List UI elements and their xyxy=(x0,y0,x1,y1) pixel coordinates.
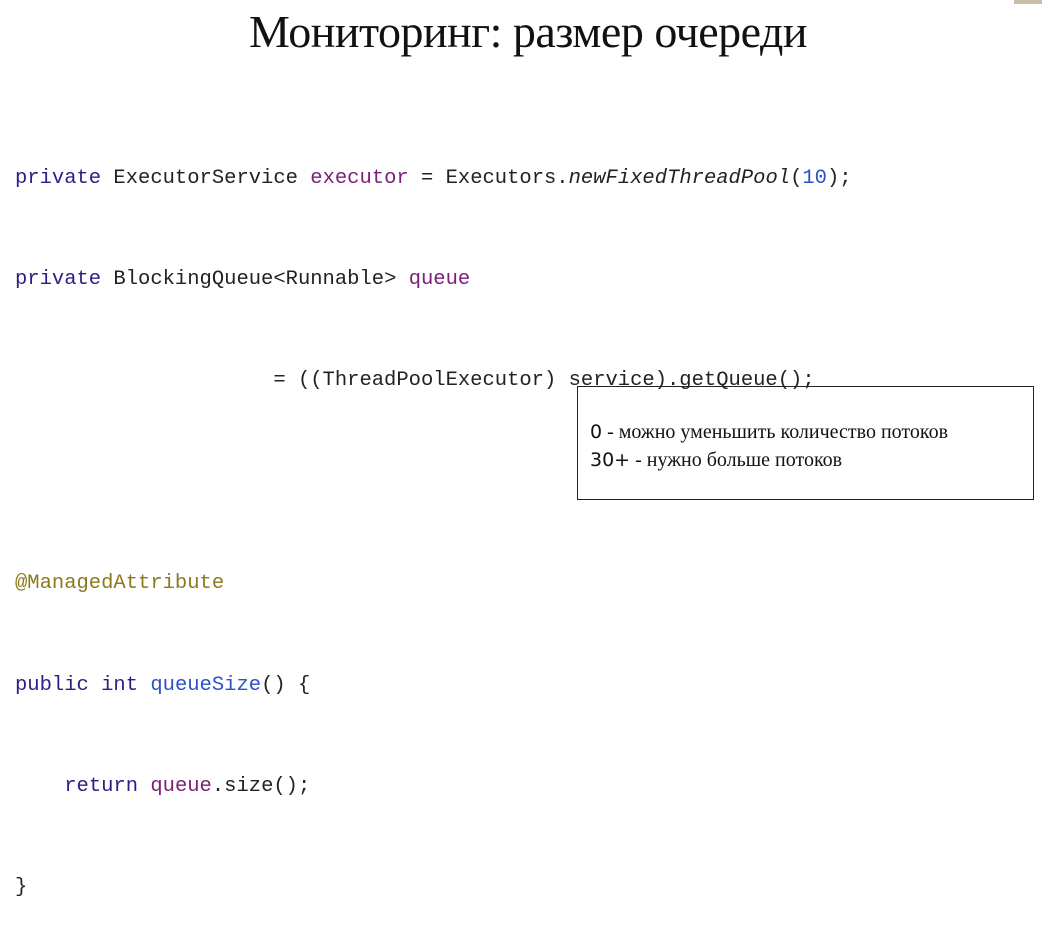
method-queue-size: queueSize xyxy=(150,673,262,697)
note-line-1: 0 - можно уменьшить количество потоков xyxy=(590,418,1033,446)
note-text-1: - можно уменьшить количество потоков xyxy=(602,421,949,443)
field-queue-ref: queue xyxy=(150,774,212,798)
method-signature-rest: () { xyxy=(261,673,311,697)
annotation: @ManagedAttribute xyxy=(15,572,225,596)
field-executor: executor xyxy=(310,166,409,190)
keyword-return: return xyxy=(64,774,139,798)
type-name: ExecutorService xyxy=(101,166,311,190)
assignment: = Executors. xyxy=(408,166,569,190)
code-block: private ExecutorService executor = Execu… xyxy=(15,94,852,939)
keyword-public: public xyxy=(15,673,89,697)
code-line-5: @ManagedAttribute xyxy=(15,567,852,601)
code-line-2: private BlockingQueue<Runnable> queue xyxy=(15,263,852,297)
note-key-zero: 0 xyxy=(590,421,603,443)
slide-title: Мониторинг: размер очереди xyxy=(248,6,808,57)
note-text-2: - нужно больше потоков xyxy=(630,449,843,471)
code-line-7: return queue.size(); xyxy=(15,770,852,804)
paren-close: ); xyxy=(826,166,852,190)
code-line-6: public int queueSize() { xyxy=(15,669,852,703)
keyword-int: int xyxy=(101,673,139,697)
type-name: BlockingQueue<Runnable> xyxy=(101,267,409,291)
field-queue: queue xyxy=(408,267,471,291)
note-line-2: 30+ - нужно больше потоков xyxy=(590,446,1033,474)
note-box: 0 - можно уменьшить количество потоков 3… xyxy=(577,386,1034,500)
size-call: .size(); xyxy=(211,774,311,798)
note-key-thirty-plus: 30+ xyxy=(590,449,631,471)
keyword-private: private xyxy=(15,267,102,291)
keyword-private: private xyxy=(15,166,102,190)
method-new-fixed-thread-pool: newFixedThreadPool xyxy=(568,166,791,190)
paren-open: ( xyxy=(790,166,803,190)
number-literal: 10 xyxy=(802,166,827,190)
code-line-8: } xyxy=(15,876,28,900)
code-line-1: private ExecutorService executor = Execu… xyxy=(15,162,852,196)
